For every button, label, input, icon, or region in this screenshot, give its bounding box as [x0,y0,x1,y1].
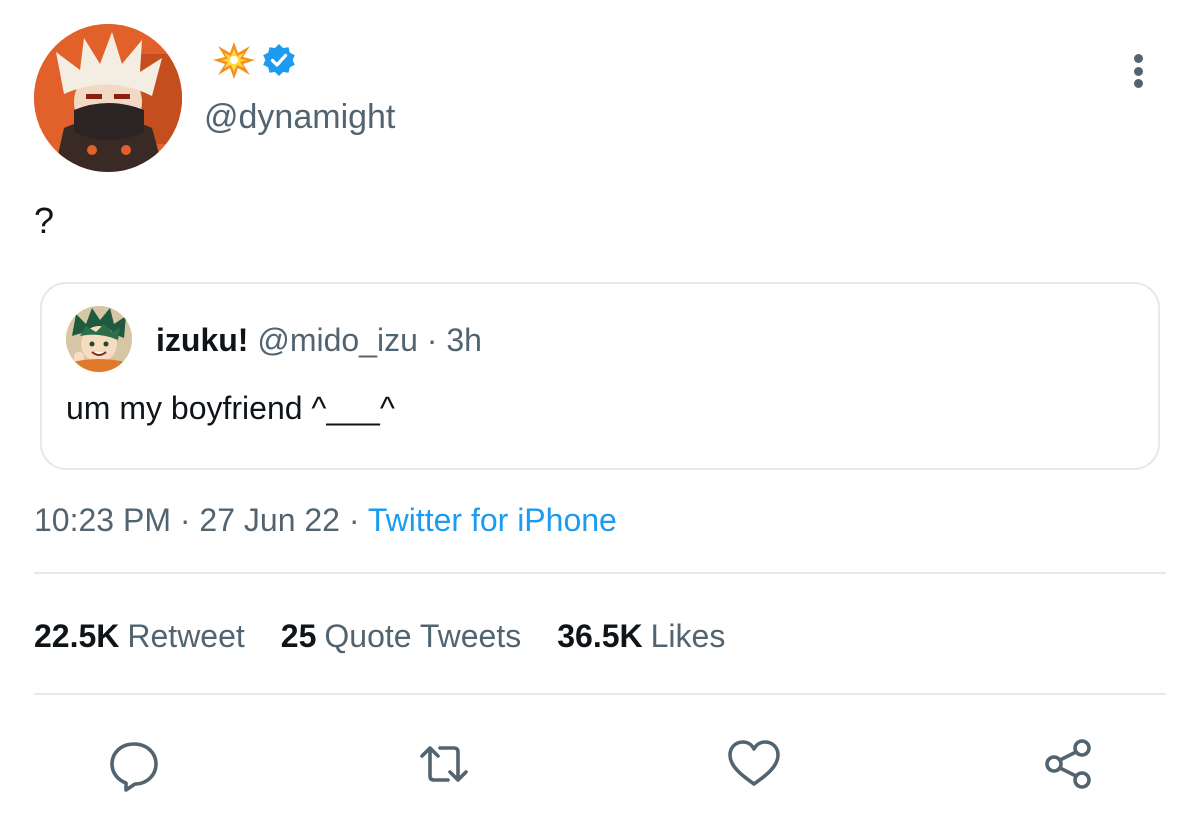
explosion-emoji-icon [212,40,256,80]
like-icon[interactable] [724,734,784,794]
share-icon[interactable] [1038,734,1098,794]
quoted-author-name: izuku! [156,322,249,358]
quoted-header: izuku! @mido_izu · 3h [156,322,482,359]
divider [34,693,1166,695]
tweet-date[interactable]: 27 Jun 22 [199,502,340,538]
tweet-text: ? [34,200,55,241]
tweet-meta: 10:23 PM · 27 Jun 22 · Twitter for iPhon… [34,502,617,539]
verified-badge-icon [262,43,296,77]
quoted-author-avatar [66,306,132,372]
likes-count-value: 36.5K [557,618,643,654]
quoted-text: um my boyfriend ^___^ [66,390,395,426]
divider [34,572,1166,574]
quoted-author-handle: @mido_izu [257,322,418,358]
quoted-separator: · [417,322,447,358]
author-avatar[interactable] [34,24,182,172]
likes-count[interactable]: 36.5K Likes [557,618,725,655]
retweet-count-value: 22.5K [34,618,120,654]
quote-tweets-label: Quote Tweets [324,618,522,654]
retweet-count-label: Retweet [127,618,245,654]
quote-tweets-count[interactable]: 25 Quote Tweets [281,618,521,655]
author-handle[interactable]: @dynamight [204,98,395,137]
quoted-time: 3h [446,322,482,358]
avatar-image [34,24,182,172]
quote-tweets-value: 25 [280,618,317,654]
retweet-icon[interactable] [414,734,474,794]
retweet-count[interactable]: 22.5K Retweet [34,618,245,655]
tweet-source-link[interactable]: Twitter for iPhone [368,502,617,538]
reply-icon[interactable] [104,734,164,794]
tweet-detail: @dynamight ? izuku! @mido_izu · 3h um my… [0,0,1200,840]
more-options-icon[interactable] [1118,46,1158,96]
author-name-row[interactable] [212,40,296,80]
meta-separator: · [170,502,200,538]
tweet-time: 10:23 PM [34,502,171,538]
quoted-tweet[interactable]: izuku! @mido_izu · 3h um my boyfriend ^_… [40,282,1160,470]
tweet-stats: 22.5K Retweet 25 Quote Tweets 36.5K Likes [34,618,725,655]
likes-count-label: Likes [650,618,726,654]
meta-separator: · [339,502,368,538]
